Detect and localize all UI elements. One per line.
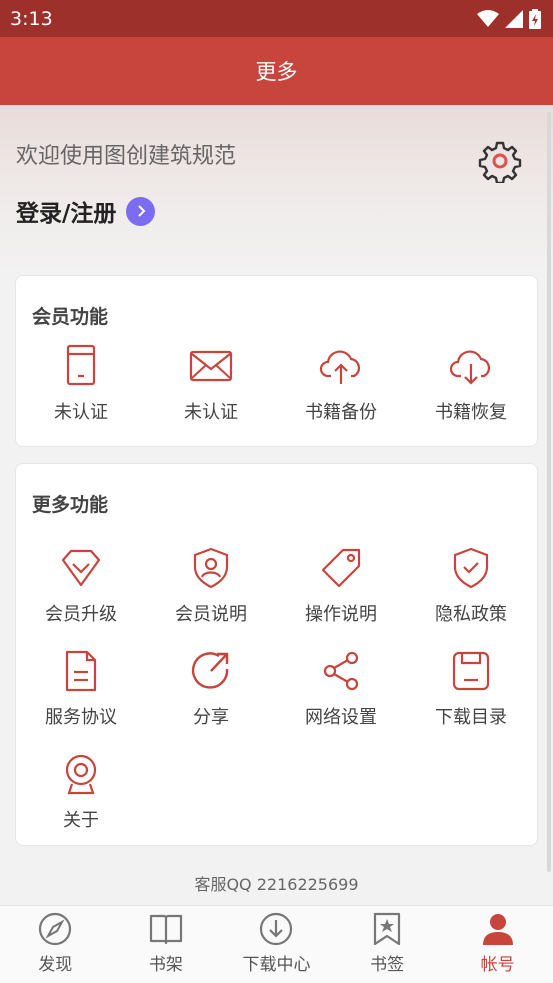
bottom-tab-bar: 发现 书架 下载中心 书签 帐号 — [0, 905, 553, 983]
tab-discover[interactable]: 发现 — [0, 906, 111, 983]
section-title: 更多功能 — [32, 494, 109, 516]
customer-service-qq: 客服QQ 2216225699 — [194, 875, 359, 894]
operation-guide-button[interactable]: 操作说明 — [276, 546, 406, 636]
tab-bookshelf[interactable]: 书架 — [111, 906, 222, 983]
wifi-icon — [477, 9, 499, 27]
share-nodes-icon — [323, 651, 359, 691]
more-functions-card: 更多功能 会员升级 会员说明 操作说明 隐私政策 服务协议 分享 网络设置 下载… — [15, 463, 538, 846]
share-button[interactable]: 分享 — [146, 649, 276, 739]
save-icon — [452, 651, 490, 691]
section-title: 会员功能 — [32, 306, 109, 328]
book-icon — [149, 914, 182, 945]
cloud-download-icon — [449, 350, 491, 385]
tab-download-center[interactable]: 下载中心 — [221, 906, 332, 983]
grid-label: 会员说明 — [175, 604, 247, 625]
member-upgrade-button[interactable]: 会员升级 — [16, 546, 146, 636]
compass-icon — [39, 912, 72, 946]
grid-label: 下载目录 — [435, 707, 507, 728]
page-title: 更多 — [255, 60, 298, 84]
book-backup-button[interactable]: 书籍备份 — [276, 344, 406, 434]
user-shield-icon — [193, 547, 229, 589]
network-settings-button[interactable]: 网络设置 — [276, 649, 406, 739]
download-icon — [260, 912, 293, 946]
service-agreement-button[interactable]: 服务协议 — [16, 649, 146, 739]
status-icons — [477, 8, 541, 29]
member-functions-card: 会员功能 未认证 未认证 书籍备份 书籍恢复 — [15, 275, 538, 447]
grid-label: 未认证 — [184, 402, 238, 423]
webcam-icon — [65, 754, 97, 795]
tab-label: 帐号 — [480, 955, 515, 975]
verify-email-button[interactable]: 未认证 — [146, 344, 276, 434]
privacy-policy-button[interactable]: 隐私政策 — [406, 546, 536, 636]
grid-label: 未认证 — [54, 402, 108, 423]
gear-icon — [478, 141, 522, 185]
grid-label: 隐私政策 — [435, 604, 507, 625]
login-label: 登录/注册 — [16, 201, 117, 227]
grid-label: 分享 — [193, 707, 229, 728]
login-register-link[interactable]: 登录/注册 — [16, 194, 156, 228]
shield-check-icon — [453, 547, 489, 589]
grid-label: 操作说明 — [305, 604, 377, 625]
tab-label: 发现 — [38, 955, 73, 975]
app-bar: 更多 — [0, 37, 553, 105]
battery-icon — [529, 8, 541, 29]
signal-icon — [505, 9, 523, 28]
status-bar: 3:13 — [0, 0, 553, 37]
phone-icon — [66, 344, 96, 386]
tab-label: 书签 — [370, 955, 405, 975]
scrollbar[interactable] — [547, 112, 551, 872]
grid-label: 关于 — [63, 810, 99, 831]
document-icon — [65, 650, 97, 692]
tab-label: 下载中心 — [242, 955, 311, 975]
about-button[interactable]: 关于 — [16, 752, 146, 842]
download-directory-button[interactable]: 下载目录 — [406, 649, 536, 739]
grid-label: 书籍备份 — [305, 402, 377, 423]
welcome-text: 欢迎使用图创建筑规范 — [16, 144, 237, 169]
account-header — [0, 105, 553, 275]
cloud-upload-icon — [319, 350, 361, 384]
grid-label: 服务协议 — [45, 707, 117, 728]
chevron-right-icon — [138, 205, 146, 217]
tag-icon — [321, 548, 361, 588]
tab-account[interactable]: 帐号 — [442, 906, 553, 983]
book-restore-button[interactable]: 书籍恢复 — [406, 344, 536, 434]
share-arrow-icon — [191, 652, 229, 689]
grid-label: 会员升级 — [45, 604, 117, 625]
person-icon — [482, 914, 513, 945]
mail-icon — [189, 350, 233, 382]
login-arrow — [126, 196, 156, 226]
tab-label: 书架 — [148, 955, 183, 975]
grid-label: 书籍恢复 — [435, 402, 507, 423]
settings-button[interactable] — [478, 139, 522, 185]
grid-label: 网络设置 — [305, 707, 377, 728]
tab-bookmarks[interactable]: 书签 — [332, 906, 443, 983]
member-info-button[interactable]: 会员说明 — [146, 546, 276, 636]
diamond-icon — [61, 549, 101, 587]
status-time: 3:13 — [10, 7, 53, 30]
bookmark-icon — [373, 912, 401, 946]
verify-phone-button[interactable]: 未认证 — [16, 344, 146, 434]
